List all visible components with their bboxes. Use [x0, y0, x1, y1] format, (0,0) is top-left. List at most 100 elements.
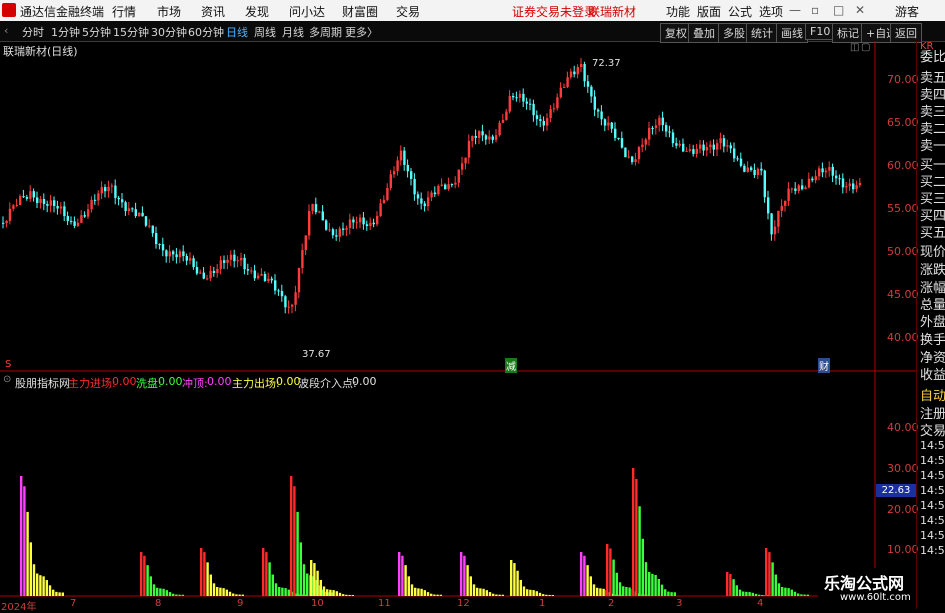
btn-tongji[interactable]: 统计: [746, 23, 778, 43]
app-title: 通达信金融终端: [20, 5, 105, 19]
indicator-bar: [172, 593, 175, 596]
sidebar-item: 委比: [920, 50, 945, 65]
menu-gongshi[interactable]: 公式: [728, 3, 752, 20]
indicator-bar: [732, 579, 735, 596]
period-5min[interactable]: 5分钟: [82, 24, 111, 40]
period-weekly[interactable]: 周线: [254, 24, 276, 40]
chart-zoom-icon[interactable]: ▢: [861, 42, 870, 53]
indicator-bar: [586, 565, 589, 596]
minimize-icon[interactable]: —: [789, 3, 801, 17]
menu-gongneng[interactable]: 功能: [666, 3, 690, 20]
candle-body: [624, 147, 627, 158]
watermark-url: www.60lt.com: [840, 592, 911, 603]
indicator-bar: [238, 594, 241, 596]
candle-body: [2, 222, 5, 224]
candle-body: [661, 117, 664, 126]
period-daily[interactable]: 日线: [226, 24, 248, 40]
period-more[interactable]: 更多: [345, 24, 367, 40]
indicator-bar: [673, 592, 676, 596]
sidebar-auto-button[interactable]: 自动: [920, 385, 945, 404]
indicator-toggle-icon[interactable]: ⊙: [3, 374, 11, 385]
candle-body: [658, 117, 661, 126]
cai-marker[interactable]: 财: [818, 358, 830, 373]
indicator-bar: [36, 573, 39, 596]
chart-settings-icon[interactable]: ◫: [850, 42, 859, 53]
btn-huaxian[interactable]: 画线: [776, 23, 808, 43]
indicator-name[interactable]: 股朋指标网: [15, 375, 70, 391]
indicator-item-label: 主力出场:: [232, 377, 280, 390]
indicator-bar: [181, 594, 184, 596]
guest-button[interactable]: 游客: [895, 3, 919, 20]
candle-body: [141, 212, 144, 217]
jian-marker[interactable]: 减: [505, 358, 517, 373]
quote-sidebar: KR 委比 卖五 卖四 卖三 卖二 卖一 买一 买二 买三 买四 买五 现价 涨…: [916, 41, 945, 609]
candle-body: [345, 228, 348, 230]
candle-body: [515, 97, 518, 99]
menu-banmian[interactable]: 版面: [697, 3, 721, 20]
menu-zixun[interactable]: 资讯: [201, 3, 225, 20]
menu-jiaoyi[interactable]: 交易: [396, 3, 420, 20]
indicator-bar: [463, 555, 466, 596]
candle-body: [342, 228, 345, 230]
period-30min[interactable]: 30分钟: [151, 24, 187, 40]
login-status[interactable]: 证券交易未登录: [512, 3, 596, 20]
candle-body: [63, 206, 66, 217]
indicator-bar: [638, 506, 641, 596]
candle-body: [379, 203, 382, 217]
candle-body: [226, 259, 229, 263]
indicator-bar: [660, 584, 664, 596]
btn-diejia[interactable]: 叠加: [688, 23, 720, 43]
candle-body: [444, 184, 447, 190]
candle-body: [212, 270, 216, 274]
period-60min[interactable]: 60分钟: [188, 24, 224, 40]
candle-body: [838, 178, 841, 180]
sidebar-trade-button[interactable]: 交易: [920, 420, 945, 439]
collapse-left-icon[interactable]: ‹: [4, 24, 8, 37]
period-1min[interactable]: 1分钟: [51, 24, 80, 40]
candle-body: [348, 219, 352, 229]
candle-body: [325, 220, 328, 230]
period-multi[interactable]: 多周期: [309, 24, 342, 40]
maximize-icon[interactable]: □: [833, 3, 844, 17]
btn-back[interactable]: 返回: [890, 23, 922, 43]
indicator-bar: [460, 552, 463, 596]
candle-body: [32, 191, 35, 198]
candle-body: [437, 185, 440, 195]
indicator-bar: [583, 555, 586, 596]
s-marker: S: [5, 359, 12, 370]
candle-body: [151, 225, 154, 234]
period-15min[interactable]: 15分钟: [113, 24, 149, 40]
indicator-bar: [632, 468, 635, 596]
menu-hangqing[interactable]: 行情: [112, 3, 136, 20]
x-label: 7: [70, 598, 77, 609]
candle-body: [158, 244, 161, 246]
indicator-bar: [26, 511, 29, 596]
candle-body: [148, 225, 151, 227]
close-icon[interactable]: ✕: [855, 3, 865, 17]
menu-shichang[interactable]: 市场: [157, 3, 181, 20]
x-label: 12: [457, 598, 470, 609]
period-monthly[interactable]: 月线: [282, 24, 304, 40]
chart-canvas[interactable]: [0, 41, 916, 609]
restore-icon[interactable]: ▫: [811, 3, 819, 17]
x-label: 1: [539, 598, 546, 609]
menu-wenxiaoda[interactable]: 问小达: [289, 3, 325, 20]
indicator-bar: [335, 591, 338, 596]
menu-xuanxiang[interactable]: 选项: [759, 3, 783, 20]
indicator-item-value: 0.00: [352, 375, 377, 388]
candle-body: [382, 199, 386, 204]
btn-f10[interactable]: F10: [805, 23, 836, 40]
indicator-bar: [420, 588, 423, 596]
btn-biaoji[interactable]: 标记: [832, 23, 864, 43]
candle-body: [420, 198, 423, 204]
menu-faxian[interactable]: 发现: [245, 3, 269, 20]
period-fenshi[interactable]: 分时: [22, 24, 44, 40]
candle-body: [522, 93, 525, 102]
indicator-bar: [274, 583, 278, 596]
menu-caifuquan[interactable]: 财富圈: [342, 3, 378, 20]
candle-body: [168, 251, 171, 257]
indicator-bar: [423, 590, 426, 596]
chevron-right-icon[interactable]: 〉: [367, 24, 378, 40]
indicator-bar: [345, 594, 348, 596]
candle-body: [250, 270, 253, 272]
